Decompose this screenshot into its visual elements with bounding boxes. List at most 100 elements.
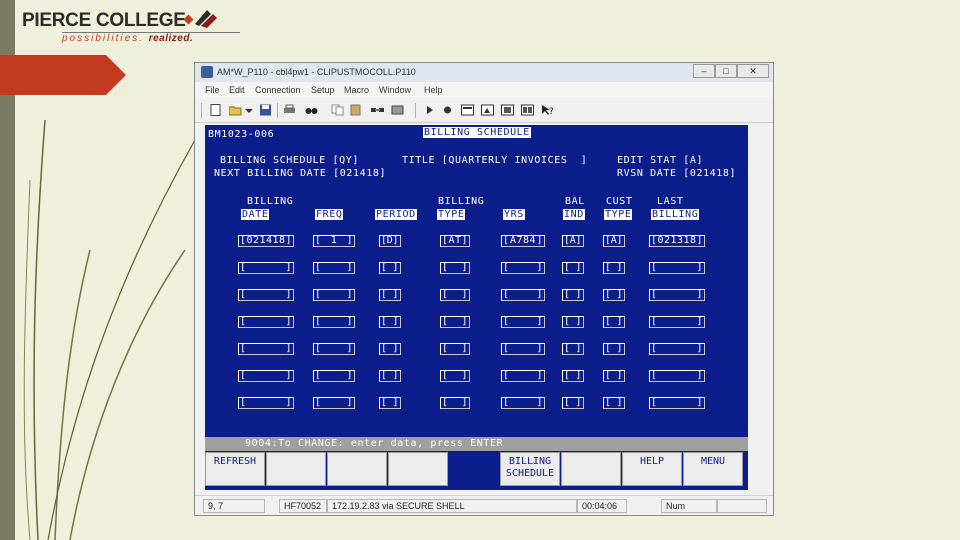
view-icon-1[interactable] [461, 104, 474, 116]
billing-date-field[interactable] [238, 289, 294, 301]
minimize-button[interactable]: – [693, 64, 715, 78]
type-field[interactable] [440, 289, 470, 301]
fkey-button-7[interactable] [561, 452, 621, 486]
record-icon[interactable] [441, 104, 454, 116]
last-billing-field[interactable] [649, 289, 705, 301]
window-titlebar[interactable]: AM*W_P110 - cbl4pw1 - CLIPUSTMOCOLL.P110… [195, 63, 773, 82]
bal-ind-field[interactable]: A [562, 235, 584, 247]
terminal-screen[interactable]: BM1023-006 BILLING SCHEDULE BILLING SCHE… [205, 125, 748, 490]
menu-setup[interactable]: Setup [311, 85, 335, 95]
billing-date-field[interactable] [238, 316, 294, 328]
bal-ind-field[interactable] [562, 370, 584, 382]
refresh-button[interactable]: REFRESH [205, 452, 265, 486]
billing-date-field[interactable] [238, 370, 294, 382]
menu-macro[interactable]: Macro [344, 85, 369, 95]
close-button[interactable]: ✕ [737, 64, 769, 78]
last-billing-field[interactable]: 021318 [649, 235, 705, 247]
play-icon[interactable] [423, 104, 436, 116]
copy-icon[interactable] [331, 104, 344, 116]
help-button[interactable]: HELP [622, 452, 682, 486]
menu-connection[interactable]: Connection [255, 85, 301, 95]
menu-button[interactable]: MENU [683, 452, 743, 486]
view-icon-2[interactable] [481, 104, 494, 116]
header-period: PERIOD [375, 209, 417, 220]
last-billing-field[interactable] [649, 370, 705, 382]
cust-type-field[interactable] [603, 316, 625, 328]
last-billing-field[interactable] [649, 316, 705, 328]
bal-ind-field[interactable] [562, 397, 584, 409]
session-id: HF70052 [279, 499, 327, 513]
billing-date-field[interactable]: 021418 [238, 235, 294, 247]
print-icon[interactable] [283, 104, 296, 116]
find-binoculars-icon[interactable] [305, 104, 318, 116]
view-icon-3[interactable] [501, 104, 514, 116]
bal-ind-field[interactable] [562, 262, 584, 274]
bal-ind-field[interactable] [562, 289, 584, 301]
dropdown-arrow-icon[interactable] [243, 104, 256, 116]
type-field[interactable]: AT [440, 235, 470, 247]
yrs-field[interactable] [501, 262, 545, 274]
period-field[interactable] [379, 262, 401, 274]
period-field[interactable] [379, 289, 401, 301]
paste-icon[interactable] [349, 104, 362, 116]
last-billing-field[interactable] [649, 262, 705, 274]
bal-ind-field[interactable] [562, 316, 584, 328]
transfer-icon[interactable] [391, 104, 404, 116]
connect-icon[interactable] [371, 104, 384, 116]
context-help-icon[interactable]: ? [541, 104, 554, 116]
yrs-field[interactable] [501, 343, 545, 355]
cust-type-field[interactable] [603, 262, 625, 274]
open-folder-icon[interactable] [229, 104, 242, 116]
yrs-field[interactable] [501, 289, 545, 301]
billing-schedule-button[interactable]: BILLING SCHEDULE [500, 452, 560, 486]
yrs-field[interactable] [501, 316, 545, 328]
yrs-field[interactable]: A784 [501, 235, 545, 247]
fkey-button-2[interactable] [266, 452, 326, 486]
cust-type-field[interactable] [603, 370, 625, 382]
period-field[interactable] [379, 343, 401, 355]
billing-date-field[interactable] [238, 262, 294, 274]
period-field[interactable] [379, 370, 401, 382]
billing-date-field[interactable] [238, 397, 294, 409]
cust-type-field[interactable] [603, 343, 625, 355]
last-billing-field[interactable] [649, 397, 705, 409]
cust-type-field[interactable]: A [603, 235, 625, 247]
maximize-button[interactable]: □ [715, 64, 737, 78]
menu-help[interactable]: Help [424, 85, 443, 95]
freq-field[interactable] [313, 343, 355, 355]
type-field[interactable] [440, 262, 470, 274]
freq-field[interactable] [313, 316, 355, 328]
freq-field[interactable] [313, 370, 355, 382]
type-field[interactable] [440, 343, 470, 355]
type-field[interactable] [440, 397, 470, 409]
header-last-billing: BILLING [651, 209, 700, 220]
menu-file[interactable]: File [205, 85, 220, 95]
yrs-field[interactable] [501, 397, 545, 409]
svg-text:?: ? [549, 107, 554, 116]
bal-ind-field[interactable] [562, 343, 584, 355]
period-field[interactable]: D [379, 235, 401, 247]
toolbar: ? [195, 97, 773, 123]
new-file-icon[interactable] [209, 104, 222, 116]
period-field[interactable] [379, 397, 401, 409]
type-field[interactable] [440, 370, 470, 382]
freq-field[interactable] [313, 289, 355, 301]
save-icon[interactable] [259, 104, 272, 116]
cust-type-field[interactable] [603, 397, 625, 409]
freq-field[interactable] [313, 397, 355, 409]
header-cust-type: TYPE [604, 209, 633, 220]
cust-type-field[interactable] [603, 289, 625, 301]
view-icon-4[interactable] [521, 104, 534, 116]
fkey-button-3[interactable] [327, 452, 387, 486]
freq-field[interactable] [313, 262, 355, 274]
billing-date-field[interactable] [238, 343, 294, 355]
yrs-field[interactable] [501, 370, 545, 382]
menu-window[interactable]: Window [379, 85, 411, 95]
freq-field[interactable]: 1 [313, 235, 355, 247]
period-field[interactable] [379, 316, 401, 328]
header-top-cust: CUST [606, 196, 633, 207]
menu-edit[interactable]: Edit [229, 85, 245, 95]
fkey-button-4[interactable] [388, 452, 448, 486]
last-billing-field[interactable] [649, 343, 705, 355]
type-field[interactable] [440, 316, 470, 328]
